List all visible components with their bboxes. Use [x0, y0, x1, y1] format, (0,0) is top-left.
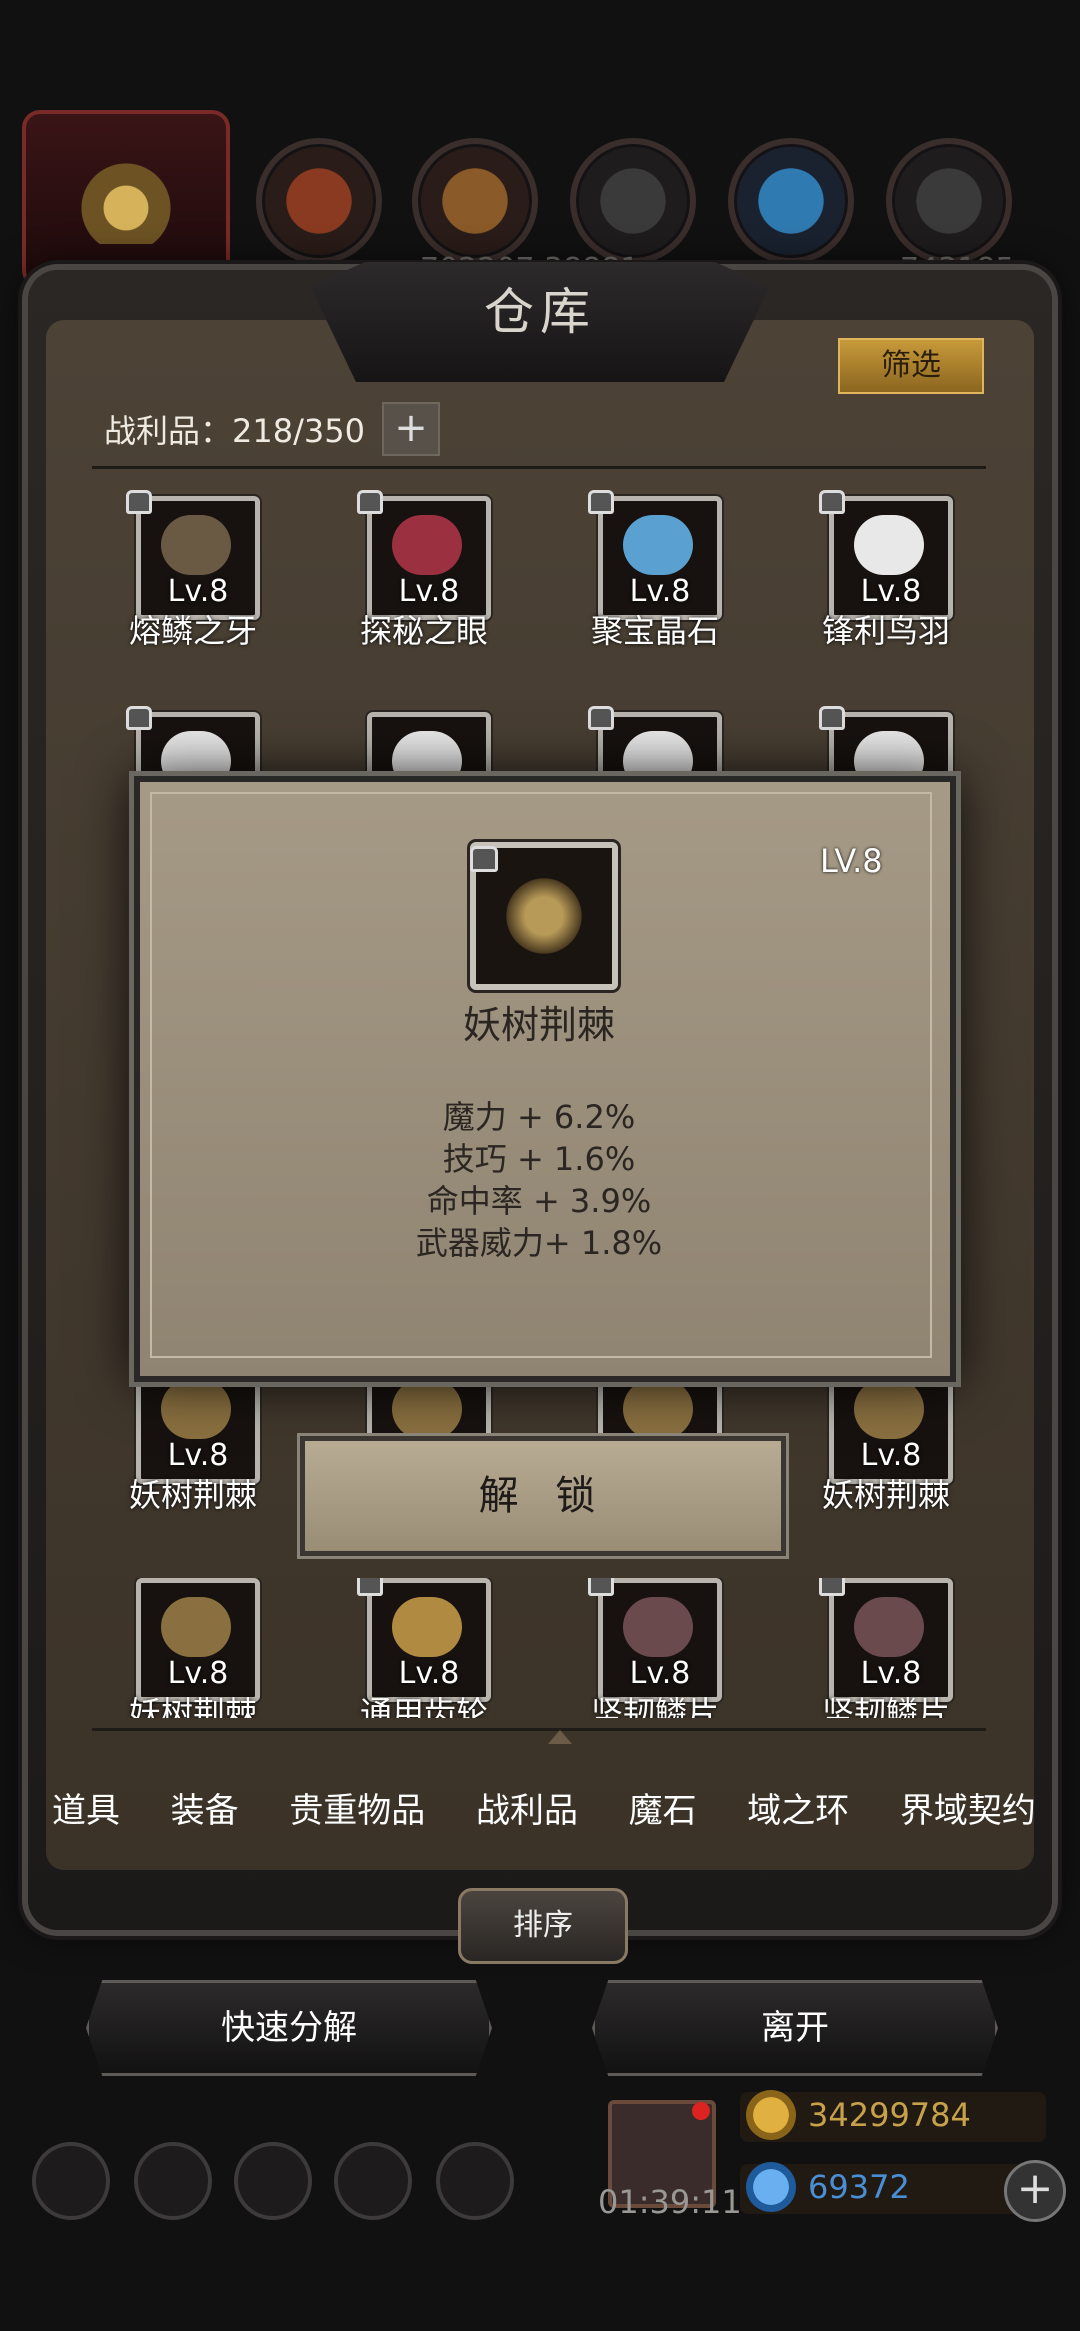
tab-loot[interactable]: 战利品: [476, 1783, 578, 1832]
lock-icon: [588, 490, 614, 514]
category-tabs: 道具 装备 贵重物品 战利品 魔石 域之环 界域契约: [52, 1752, 1036, 1862]
item-name: 妖树荆棘: [128, 1476, 257, 1514]
leave-button[interactable]: 离开: [592, 1980, 998, 2076]
item-name: 熔鳞之牙: [128, 612, 257, 650]
divider-top: [92, 466, 986, 469]
lock-icon: [588, 706, 614, 730]
item-name: 锋利鸟羽: [821, 612, 950, 650]
loot-item[interactable]: Lv.8 熔鳞之牙: [92, 490, 332, 650]
gold-coin-icon: [746, 2090, 796, 2140]
mail-icon[interactable]: [334, 2142, 412, 2220]
loot-item[interactable]: Lv.8 聚宝晶石: [554, 490, 794, 650]
item-name: 坚韧鳞片: [821, 1694, 950, 1718]
item-name: 妖树荆棘: [821, 1476, 950, 1514]
crystal-icon: [623, 515, 693, 575]
modal-item-name: 妖树荆棘: [462, 1003, 615, 1047]
loot-item[interactable]: Lv.8 妖树荆棘: [92, 1578, 332, 1718]
lock-icon: [819, 1578, 845, 1596]
lock-icon: [588, 1578, 614, 1596]
lock-icon: [126, 490, 152, 514]
item-name: 探秘之眼: [359, 612, 488, 650]
item-name: 通用齿轮: [359, 1694, 488, 1718]
item-name: 聚宝晶石: [590, 612, 719, 650]
thorn-icon: [500, 872, 588, 960]
item-name: 妖树荆棘: [128, 1694, 257, 1718]
loot-item[interactable]: Lv.8 锋利鸟羽: [785, 490, 1025, 650]
stat-line: 魔力 + 6.2%: [442, 1098, 636, 1136]
scale-icon: [623, 1597, 693, 1657]
loot-item[interactable]: Lv.8 坚韧鳞片: [554, 1578, 794, 1718]
stat-line: 命中率 + 3.9%: [426, 1182, 652, 1220]
thorn-icon: [161, 1379, 231, 1439]
item-level: Lv.8: [860, 574, 922, 609]
tab-items[interactable]: 道具: [52, 1783, 120, 1832]
notification-dot: [692, 2102, 710, 2120]
gear-icon: [392, 1597, 462, 1657]
item-level: Lv.8: [398, 1656, 460, 1691]
gem-amount: 69372: [808, 2168, 910, 2206]
resource-icon-wood[interactable]: [412, 138, 538, 264]
fang-icon: [161, 515, 231, 575]
stat-line: 武器威力+ 1.8%: [415, 1224, 663, 1262]
tab-domain-rings[interactable]: 域之环: [747, 1783, 849, 1832]
thorn-icon: [392, 1379, 462, 1439]
item-level: Lv.8: [167, 1656, 229, 1691]
star-icon[interactable]: [134, 2142, 212, 2220]
tab-realm-contracts[interactable]: 界域契约: [900, 1783, 1036, 1832]
settings-icon[interactable]: [32, 2142, 110, 2220]
profile-crown-slot[interactable]: [22, 110, 230, 288]
item-level: Lv.8: [860, 1438, 922, 1473]
page-title: 仓库: [484, 283, 596, 341]
lock-icon: [819, 706, 845, 730]
ranking-icon[interactable]: [234, 2142, 312, 2220]
loot-item[interactable]: Lv.8 通用齿轮: [323, 1578, 563, 1718]
modal-item-level: LV.8: [820, 842, 883, 880]
item-level: Lv.8: [167, 574, 229, 609]
item-level: Lv.8: [860, 1656, 922, 1691]
tab-equipment[interactable]: 装备: [171, 1783, 239, 1832]
resource-icon-stone[interactable]: [570, 138, 696, 264]
lock-icon: [819, 490, 845, 514]
loot-item[interactable]: Lv.8 妖树荆棘: [92, 1360, 332, 1514]
resource-icon-crystal[interactable]: [728, 138, 854, 264]
lock-icon: [357, 1578, 383, 1596]
item-level: Lv.8: [167, 1438, 229, 1473]
lock-icon: [470, 846, 498, 872]
sort-button[interactable]: 排序: [458, 1888, 628, 1964]
gift-timer: 01:39:11: [598, 2183, 742, 2221]
loot-item[interactable]: Lv.8 坚韧鳞片: [785, 1578, 1025, 1718]
lock-icon: [126, 706, 152, 730]
stat-line: 技巧 + 1.6%: [442, 1140, 636, 1178]
loot-count-label: 战利品：218/350: [104, 412, 365, 450]
modal-stats: 魔力 + 6.2% 技巧 + 1.6% 命中率 + 3.9% 武器威力+ 1.8…: [134, 1096, 944, 1264]
loot-item[interactable]: Lv.8 妖树荆棘: [785, 1360, 1025, 1514]
thorn-icon: [161, 1597, 231, 1657]
scale-icon: [854, 1597, 924, 1657]
unlock-button[interactable]: 解 锁: [300, 1436, 786, 1556]
tab-valuables[interactable]: 贵重物品: [289, 1783, 425, 1832]
item-level: Lv.8: [629, 1656, 691, 1691]
add-gems-button[interactable]: +: [1004, 2160, 1066, 2222]
loot-item[interactable]: Lv.8 探秘之眼: [323, 490, 563, 650]
crown-icon: [76, 154, 176, 244]
item-level: Lv.8: [398, 574, 460, 609]
resource-icon-iron[interactable]: [886, 138, 1012, 264]
tab-magic-stones[interactable]: 魔石: [629, 1783, 697, 1832]
handshake-icon[interactable]: [436, 2142, 514, 2220]
expand-capacity-button[interactable]: +: [382, 402, 440, 456]
gold-amount: 34299784: [808, 2096, 971, 2134]
gem-icon: [746, 2162, 796, 2212]
item-name: 坚韧鳞片: [590, 1694, 719, 1718]
divider-bottom: [92, 1728, 986, 1731]
eye-icon: [392, 515, 462, 575]
filter-button[interactable]: 筛选: [838, 338, 984, 394]
item-level: Lv.8: [629, 574, 691, 609]
feather-icon: [854, 515, 924, 575]
resource-icon-ore[interactable]: [256, 138, 382, 264]
thorn-icon: [623, 1379, 693, 1439]
quick-decompose-button[interactable]: 快速分解: [86, 1980, 492, 2076]
lock-icon: [357, 490, 383, 514]
thorn-icon: [854, 1379, 924, 1439]
